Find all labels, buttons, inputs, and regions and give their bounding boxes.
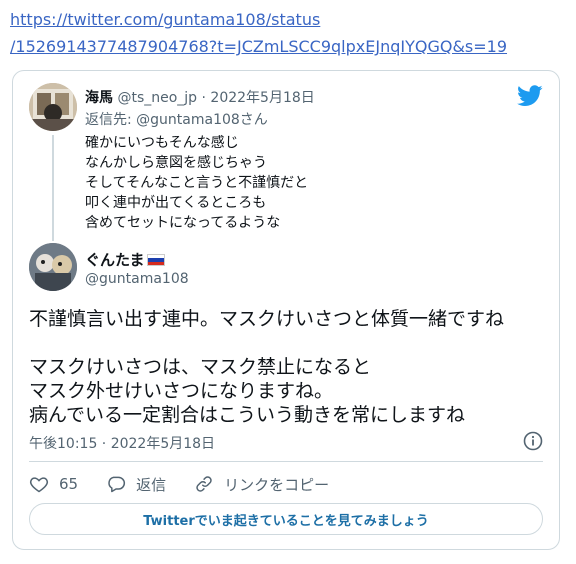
tweet-text-line: マスクけいさつは、マスク禁止になると <box>29 356 372 378</box>
twitter-bird-icon[interactable] <box>517 85 543 107</box>
reply-date[interactable]: · 2022年5月18日 <box>202 90 315 106</box>
copy-link-button[interactable]: リンクをコピー <box>194 474 329 495</box>
actions-divider <box>29 461 543 462</box>
tweet-author-handle[interactable]: @guntama108 <box>85 271 189 287</box>
reply-button[interactable]: 返信 <box>106 474 166 495</box>
reply-text-line: 含めてセットになってるような <box>85 215 281 231</box>
tweet-author-name[interactable]: ぐんたま <box>85 251 145 269</box>
reply-icon <box>108 476 126 493</box>
reply-text-line: そしてそんなこと言うと不謹慎だと <box>85 175 309 191</box>
url-link-line-2[interactable]: /1526914377487904768?t=JCZmLSCC9qlpxEJnq… <box>10 37 507 56</box>
heart-icon <box>29 477 49 493</box>
reply-text-line: なんかしら意図を感じちゃう <box>85 155 267 171</box>
tweet-text-line: 病んでいる一定割合はこういう動きを常にしますね <box>29 404 466 426</box>
view-on-twitter-button[interactable]: Twitterでいま起きていることを見てみましょう <box>29 503 543 535</box>
tweet-timestamp[interactable]: 午後10:15 · 2022年5月18日 <box>29 433 215 453</box>
russia-flag-icon <box>146 254 165 266</box>
info-icon[interactable] <box>523 431 543 451</box>
like-count: 65 <box>59 475 79 493</box>
tweet-author-avatar[interactable] <box>29 243 77 291</box>
reply-author-avatar[interactable] <box>29 83 77 131</box>
like-button[interactable]: 65 <box>29 474 78 494</box>
reply-header: 海馬 @ts_neo_jp · 2022年5月18日 <box>85 87 315 107</box>
reply-to-label: 返信先: @guntama108さん <box>85 112 268 128</box>
thread-connector-line <box>52 135 54 241</box>
reply-text: 確かにいつもそんな感じ なんかしら意図を感じちゃう そしてそんなこと言うと不謹慎… <box>85 133 308 233</box>
reply-text-line: 確かにいつもそんな感じ <box>85 135 239 151</box>
link-icon <box>196 476 212 492</box>
reply-author-name[interactable]: 海馬 <box>85 90 113 106</box>
url-link-line-1[interactable]: https://twitter.com/guntama108/status <box>10 10 320 29</box>
reply-text-line: 叩く連中が出てくるところも <box>85 195 267 211</box>
tweet-author-name-row[interactable]: ぐんたま <box>85 249 165 270</box>
embedded-tweet-card[interactable]: 海馬 @ts_neo_jp · 2022年5月18日 返信先: @guntama… <box>12 70 560 550</box>
copy-link-label: リンクをコピー <box>224 475 330 494</box>
reply-author-handle[interactable]: @ts_neo_jp <box>117 90 197 106</box>
tweet-text-line <box>29 331 504 355</box>
tweet-actions: 65 返信 リンクをコピー <box>29 473 357 495</box>
tweet-text-line: マスク外せけいさつになりますね。 <box>29 380 334 402</box>
tweet-text: 不謹慎言い出す連中。マスクけいさつと体質一緒ですね マスクけいさつは、マスク禁止… <box>29 307 504 427</box>
reply-label: 返信 <box>136 475 167 494</box>
tweet-text-line: 不謹慎言い出す連中。マスクけいさつと体質一緒ですね <box>29 308 505 330</box>
